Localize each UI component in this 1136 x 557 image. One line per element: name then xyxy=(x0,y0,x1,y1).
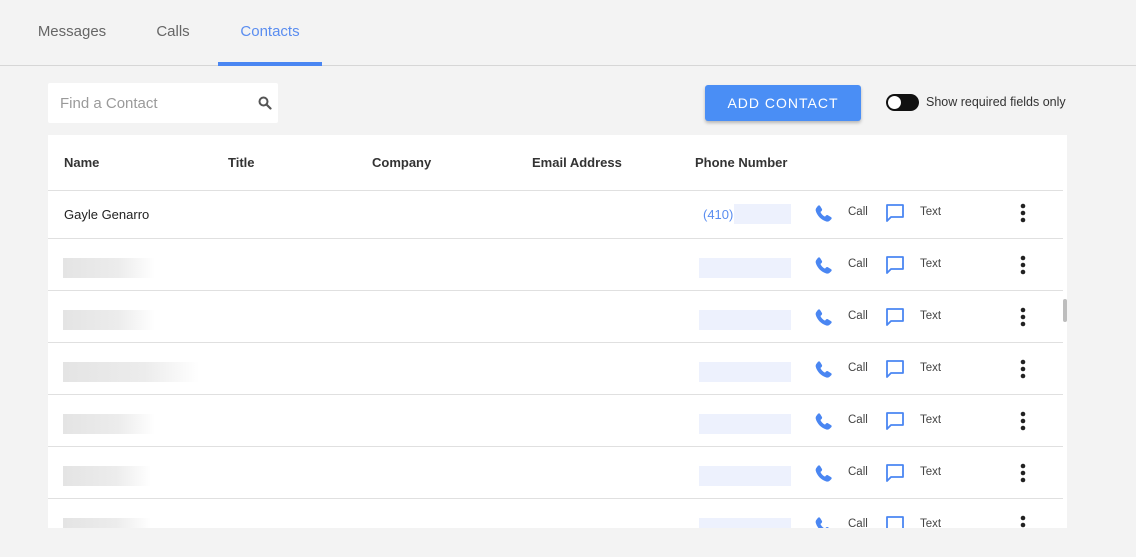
table-row[interactable]: Call Text xyxy=(48,291,1063,343)
more-options-icon[interactable] xyxy=(1018,255,1028,275)
contact-name-redacted xyxy=(63,362,199,382)
phone-icon[interactable] xyxy=(813,463,833,483)
contact-search-box xyxy=(48,83,278,123)
call-button-label[interactable]: Call xyxy=(848,310,868,322)
more-options-icon[interactable] xyxy=(1018,359,1028,379)
table-row[interactable]: Call Text xyxy=(48,447,1063,499)
contact-phone[interactable]: (410) xyxy=(703,207,733,222)
more-options-icon[interactable] xyxy=(1018,515,1028,528)
search-input[interactable] xyxy=(48,83,248,123)
text-button-label[interactable]: Text xyxy=(920,414,941,426)
message-icon[interactable] xyxy=(884,255,906,275)
contact-phone-redacted xyxy=(699,258,791,278)
call-button-label[interactable]: Call xyxy=(848,258,868,270)
tab-bar: Messages Calls Contacts xyxy=(0,0,1136,66)
add-contact-button[interactable]: ADD CONTACT xyxy=(705,85,861,121)
contact-phone-redacted xyxy=(699,518,791,528)
call-button-label[interactable]: Call xyxy=(848,362,868,374)
message-icon[interactable] xyxy=(884,307,906,327)
text-button-label[interactable]: Text xyxy=(920,206,941,218)
required-fields-toggle[interactable] xyxy=(886,94,919,111)
contact-phone-redacted xyxy=(734,204,791,224)
call-button-label[interactable]: Call xyxy=(848,414,868,426)
table-row[interactable]: Gayle Genarro (410) Call Text xyxy=(48,191,1063,239)
tab-contacts-label: Contacts xyxy=(240,23,300,40)
table-header: Name Title Company Email Address Phone N… xyxy=(48,135,1063,191)
table-row[interactable]: Call Text xyxy=(48,343,1063,395)
text-button-label[interactable]: Text xyxy=(920,310,941,322)
more-options-icon[interactable] xyxy=(1018,411,1028,431)
more-options-icon[interactable] xyxy=(1018,307,1028,327)
column-header-name[interactable]: Name xyxy=(64,155,99,170)
message-icon[interactable] xyxy=(884,411,906,431)
toggle-knob xyxy=(888,96,901,109)
contact-phone-redacted xyxy=(699,414,791,434)
phone-icon[interactable] xyxy=(813,359,833,379)
text-button-label[interactable]: Text xyxy=(920,518,941,528)
active-tab-indicator xyxy=(218,62,322,66)
scrollbar-thumb[interactable] xyxy=(1063,299,1067,322)
message-icon[interactable] xyxy=(884,359,906,379)
call-button-label[interactable]: Call xyxy=(848,466,868,478)
contact-phone-redacted xyxy=(699,310,791,330)
table-row[interactable]: Call Text xyxy=(48,395,1063,447)
phone-icon[interactable] xyxy=(813,411,833,431)
contact-phone-redacted xyxy=(699,362,791,382)
column-header-company[interactable]: Company xyxy=(372,155,431,170)
more-options-icon[interactable] xyxy=(1018,203,1028,223)
column-header-title[interactable]: Title xyxy=(228,155,255,170)
call-button-label[interactable]: Call xyxy=(848,518,868,528)
contact-name-redacted xyxy=(63,466,151,486)
search-icon[interactable] xyxy=(258,96,272,110)
tab-contacts[interactable]: Contacts xyxy=(218,0,322,66)
tab-calls[interactable]: Calls xyxy=(128,0,218,65)
contact-name: Gayle Genarro xyxy=(64,207,150,222)
table-row[interactable]: Call Text xyxy=(48,499,1063,528)
column-header-email[interactable]: Email Address xyxy=(532,155,622,170)
required-fields-toggle-label: Show required fields only xyxy=(926,95,1066,109)
table-row[interactable]: Call Text xyxy=(48,239,1063,291)
call-button-label[interactable]: Call xyxy=(848,206,868,218)
column-header-phone[interactable]: Phone Number xyxy=(695,155,787,170)
contact-name-redacted xyxy=(63,310,155,330)
phone-icon[interactable] xyxy=(813,203,833,223)
contact-phone-redacted xyxy=(699,466,791,486)
message-icon[interactable] xyxy=(884,203,906,223)
tab-messages[interactable]: Messages xyxy=(22,0,122,65)
contact-name-redacted xyxy=(63,518,151,528)
text-button-label[interactable]: Text xyxy=(920,258,941,270)
contact-name-redacted xyxy=(63,258,155,278)
message-icon[interactable] xyxy=(884,515,906,528)
phone-icon[interactable] xyxy=(813,307,833,327)
message-icon[interactable] xyxy=(884,463,906,483)
contacts-table: Name Title Company Email Address Phone N… xyxy=(48,135,1067,528)
text-button-label[interactable]: Text xyxy=(920,362,941,374)
more-options-icon[interactable] xyxy=(1018,463,1028,483)
contact-name-redacted xyxy=(63,414,155,434)
text-button-label[interactable]: Text xyxy=(920,466,941,478)
phone-icon[interactable] xyxy=(813,255,833,275)
phone-icon[interactable] xyxy=(813,515,833,528)
